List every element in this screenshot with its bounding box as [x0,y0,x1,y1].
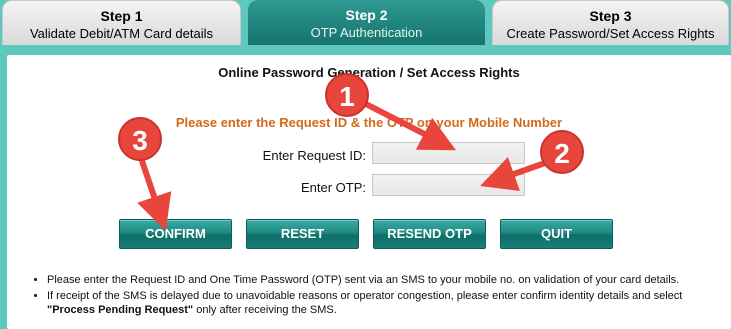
page-background: Step 1 Validate Debit/ATM Card details S… [0,0,731,329]
quit-button[interactable]: QUIT [500,219,613,249]
tab-step-3-number: Step 3 [589,8,632,24]
otp-label: Enter OTP: [300,180,366,195]
tab-step-1-label: Validate Debit/ATM Card details [29,26,214,41]
resend-otp-button[interactable]: RESEND OTP [373,219,486,249]
note-item: If receipt of the SMS is delayed due to … [47,289,715,317]
tab-step-2-number: Step 2 [345,7,388,23]
request-id-input[interactable] [372,142,525,164]
request-id-label: Enter Request ID: [262,148,366,163]
help-notes: Please enter the Request ID and One Time… [35,273,715,319]
note-line-2-bold: "Process Pending Request" [47,304,194,316]
callout-badge-1: 1 [325,73,369,117]
confirm-button[interactable]: CONFIRM [119,219,232,249]
form-instruction: Please enter the Request ID & the OTP on… [175,115,563,130]
tab-step-3[interactable]: Step 3 Create Password/Set Access Rights [492,0,729,45]
otp-input[interactable] [372,174,525,196]
tab-step-2[interactable]: Step 2 OTP Authentication [248,0,485,45]
callout-badge-2: 2 [540,130,584,174]
note-item: Please enter the Request ID and One Time… [47,273,715,287]
tab-step-2-label: OTP Authentication [310,25,423,40]
reset-button[interactable]: RESET [246,219,359,249]
note-line-2-suffix: only after receiving the SMS. [196,304,337,316]
otp-form-panel: Online Password Generation / Set Access … [7,55,731,329]
callout-badge-3: 3 [118,117,162,161]
tab-step-3-label: Create Password/Set Access Rights [506,26,715,41]
note-line-1: Please enter the Request ID and One Time… [47,274,680,286]
note-line-2-prefix: If receipt of the SMS is delayed due to … [47,290,683,302]
tab-step-1-number: Step 1 [100,8,143,24]
tab-step-1[interactable]: Step 1 Validate Debit/ATM Card details [2,0,241,45]
form-title: Online Password Generation / Set Access … [218,65,520,80]
